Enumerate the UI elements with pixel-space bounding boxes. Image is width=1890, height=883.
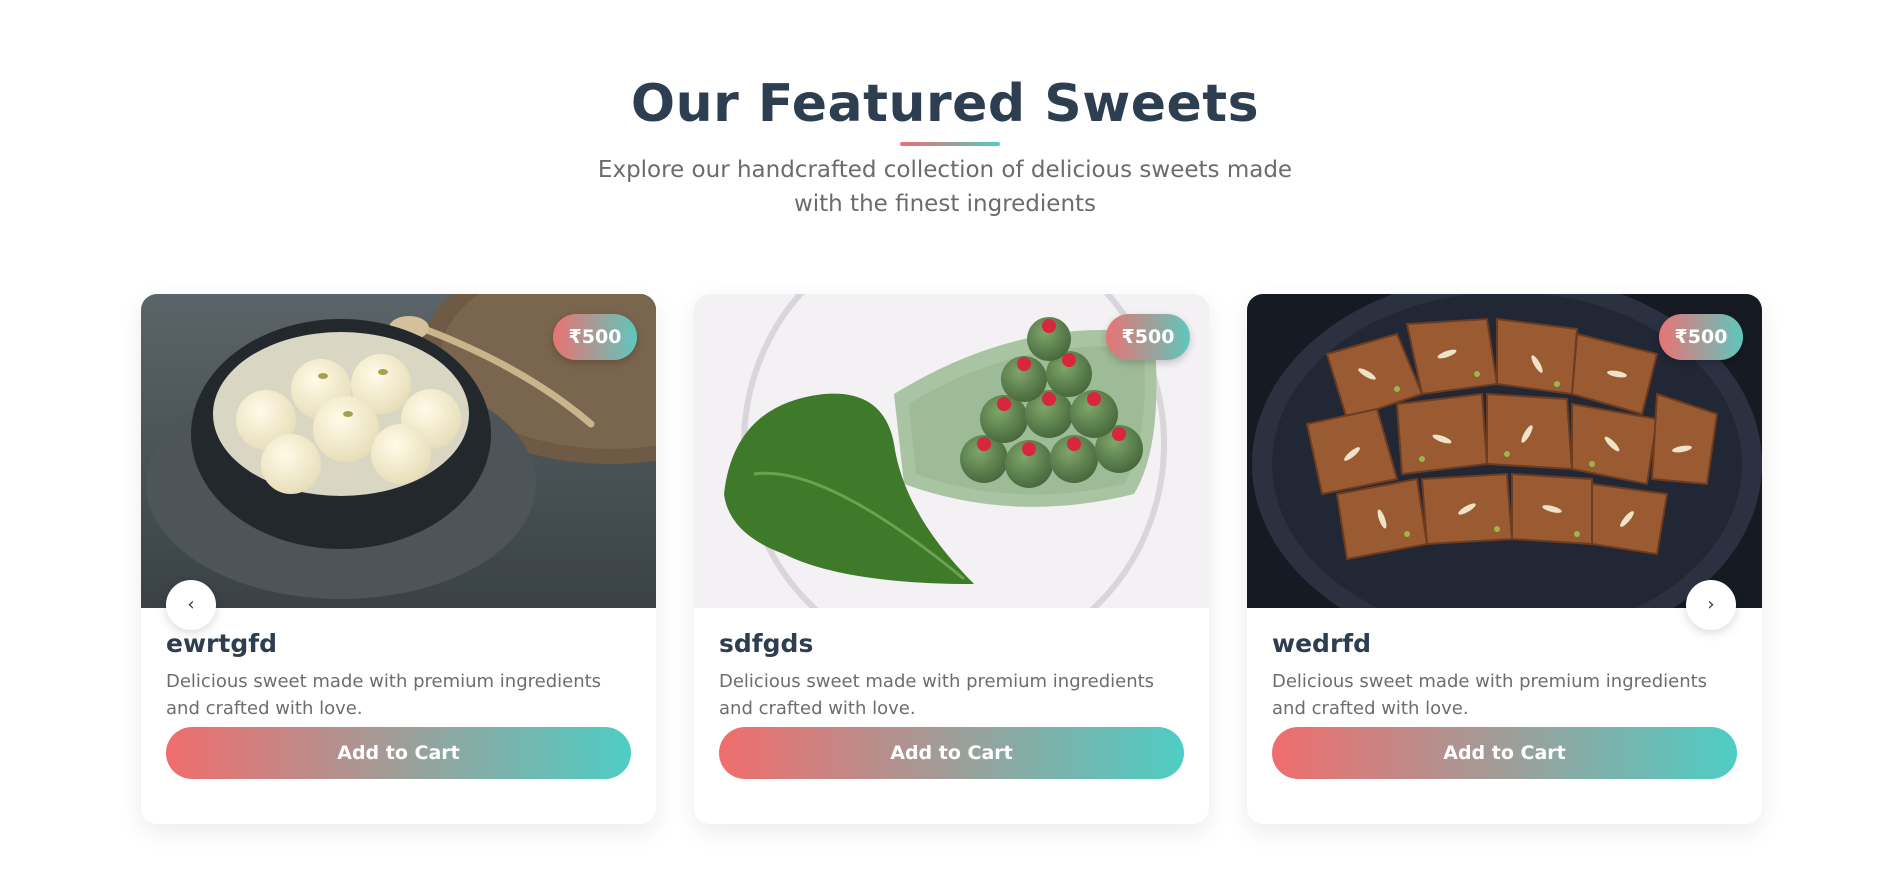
card-body: ewrtgfd Delicious sweet made with premiu… [141, 608, 656, 824]
product-image-barfi: ₹500 [1247, 294, 1762, 608]
chevron-right-icon: › [1707, 594, 1715, 615]
section-title: Our Featured Sweets [630, 74, 1260, 134]
product-image-rasgulla: ₹500 [141, 294, 656, 608]
product-description: Delicious sweet made with premium ingred… [1272, 671, 1708, 719]
featured-sweets-section: Our Featured Sweets Explore our handcraf… [0, 0, 1890, 883]
add-to-cart-button[interactable]: Add to Cart [166, 727, 631, 779]
section-subtitle: Explore our handcrafted collection of de… [597, 157, 1293, 217]
price-badge: ₹500 [1106, 314, 1190, 360]
price-badge: ₹500 [553, 314, 637, 360]
chevron-left-icon: ‹ [187, 594, 195, 615]
add-to-cart-button[interactable]: Add to Cart [719, 727, 1184, 779]
product-image-paan-ladoo: ₹500 [694, 294, 1209, 608]
carousel-prev-button[interactable]: ‹ [166, 580, 216, 630]
card-body: sdfgds Delicious sweet made with premium… [694, 608, 1209, 824]
product-card[interactable]: ₹500 ewrtgfd Delicious sweet made with p… [141, 294, 656, 824]
product-name: ewrtgfd [166, 629, 277, 658]
carousel-next-button[interactable]: › [1686, 580, 1736, 630]
price-badge: ₹500 [1659, 314, 1743, 360]
product-name: wedrfd [1272, 629, 1372, 658]
add-to-cart-button[interactable]: Add to Cart [1272, 727, 1737, 779]
product-name: sdfgds [719, 629, 814, 658]
product-description: Delicious sweet made with premium ingred… [166, 671, 602, 719]
card-body: wedrfd Delicious sweet made with premium… [1247, 608, 1762, 824]
product-card[interactable]: ₹500 sdfgds Delicious sweet made with pr… [694, 294, 1209, 824]
title-underline [900, 142, 1000, 146]
product-description: Delicious sweet made with premium ingred… [719, 671, 1155, 719]
product-card[interactable]: ₹500 wedrfd Delicious sweet made with pr… [1247, 294, 1762, 824]
